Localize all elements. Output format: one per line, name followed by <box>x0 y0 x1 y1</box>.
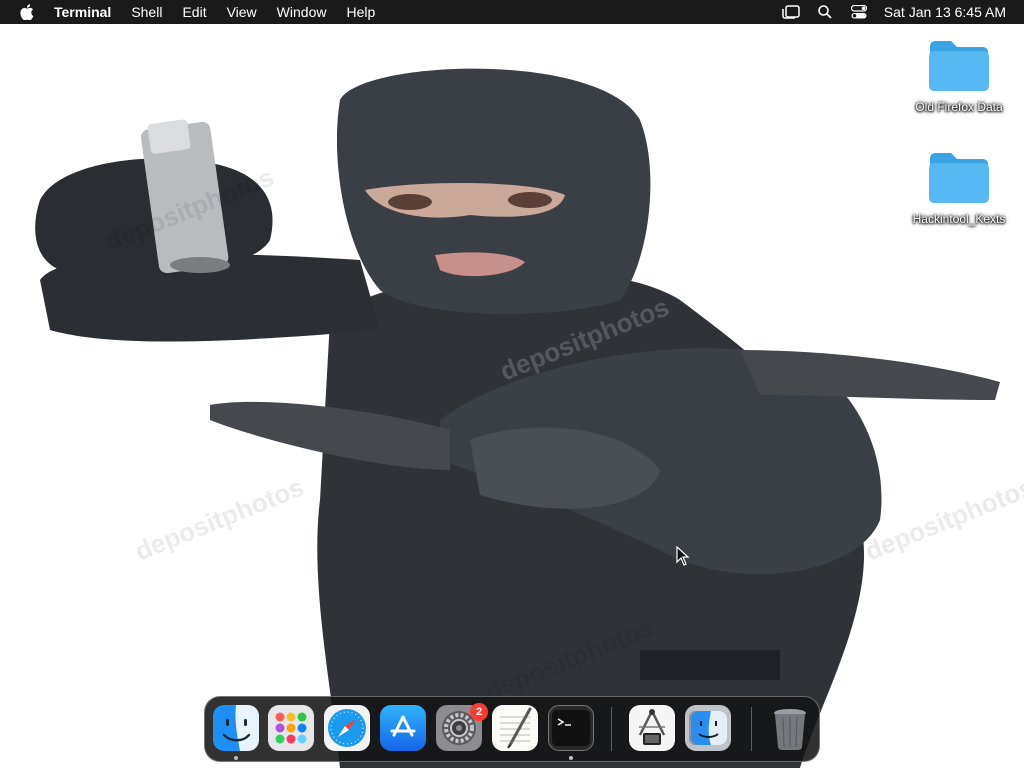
dock-launchpad[interactable] <box>268 705 314 751</box>
menu-shell[interactable]: Shell <box>121 0 172 24</box>
desktop-wallpaper: depositphotos depositphotos depositphoto… <box>0 24 1024 768</box>
finder-icon <box>213 705 259 751</box>
launchpad-icon <box>275 712 307 744</box>
folder-icon <box>929 41 989 91</box>
desktop-folder-old-firefox-data[interactable]: Old Firefox Data <box>904 38 1014 114</box>
running-indicator <box>569 756 573 760</box>
desktop-icon-label: Old Firefox Data <box>915 100 1003 114</box>
dock-textedit[interactable] <box>492 705 538 751</box>
control-center-icon[interactable] <box>842 0 876 24</box>
dock-system-information[interactable] <box>629 705 675 751</box>
menu-clock[interactable]: Sat Jan 13 6:45 AM <box>876 4 1024 20</box>
menu-view[interactable]: View <box>217 0 267 24</box>
dock-app-store[interactable] <box>380 705 426 751</box>
dock: 2 <box>204 696 820 762</box>
menu-window[interactable]: Window <box>267 0 337 24</box>
notification-badge: 2 <box>470 703 488 721</box>
dock-separator <box>751 707 752 751</box>
menu-app-name[interactable]: Terminal <box>54 0 121 24</box>
menu-help[interactable]: Help <box>336 0 385 24</box>
dock-safari[interactable] <box>324 705 370 751</box>
stage-manager-icon[interactable] <box>774 0 808 24</box>
masked-figure-wallpaper <box>35 68 1000 768</box>
textedit-icon <box>500 707 532 749</box>
menu-bar: Terminal Shell Edit View Window Help Sat… <box>0 0 1024 24</box>
dock-trash[interactable] <box>767 705 813 751</box>
desktop-folder-hackintool-kexts[interactable]: Hackintool_Kexts <box>904 150 1014 226</box>
system-information-icon <box>638 709 666 745</box>
mouse-pointer-icon <box>676 546 690 566</box>
migration-assistant-icon <box>689 711 727 745</box>
dock-terminal[interactable] <box>548 705 594 751</box>
dock-finder[interactable] <box>213 705 259 751</box>
trash-icon <box>774 709 806 750</box>
desktop-icon-label: Hackintool_Kexts <box>912 212 1006 226</box>
app-store-icon <box>390 715 416 737</box>
dock-separator <box>611 707 612 751</box>
terminal-icon <box>552 710 590 746</box>
dock-migration-assistant[interactable] <box>685 705 731 751</box>
folder-icon <box>929 153 989 203</box>
running-indicator <box>234 756 238 760</box>
safari-icon <box>328 709 366 747</box>
search-icon[interactable] <box>808 0 842 24</box>
menu-edit[interactable]: Edit <box>172 0 216 24</box>
apple-logo-icon[interactable] <box>0 4 54 20</box>
